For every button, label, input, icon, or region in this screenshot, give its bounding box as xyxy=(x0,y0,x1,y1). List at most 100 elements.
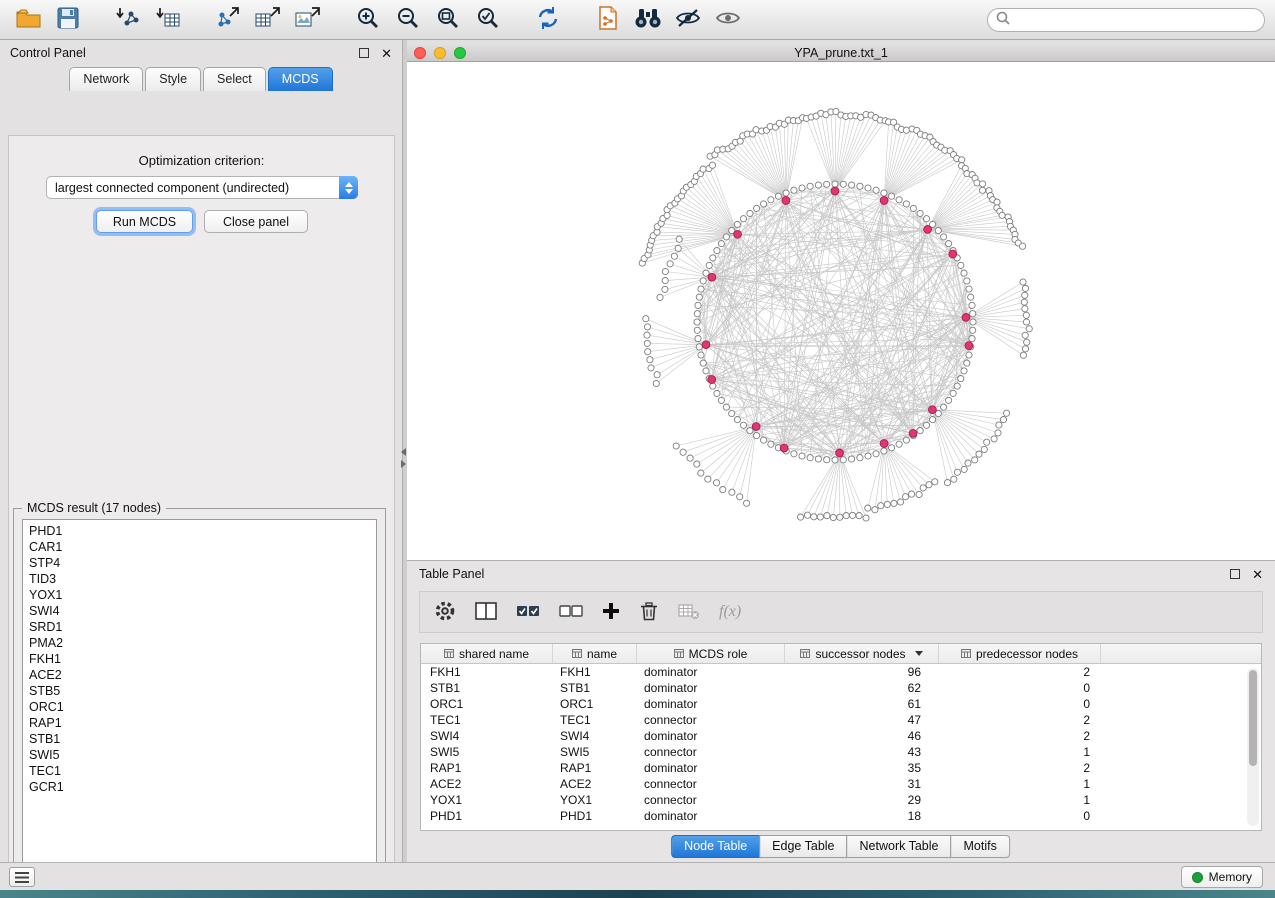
network-node[interactable] xyxy=(695,302,701,308)
network-node[interactable] xyxy=(734,221,740,227)
network-node[interactable] xyxy=(923,422,929,428)
network-node[interactable] xyxy=(930,417,936,423)
table-row[interactable]: RAP1RAP1dominator352 xyxy=(421,760,1261,776)
network-leaf-node[interactable] xyxy=(644,340,650,346)
network-leaf-node[interactable] xyxy=(644,324,650,330)
delete-column-trash-icon[interactable] xyxy=(639,601,659,624)
network-leaf-node[interactable] xyxy=(878,503,884,509)
network-node[interactable] xyxy=(857,455,863,461)
mcds-dominator-node[interactable] xyxy=(949,250,957,258)
tab-network[interactable]: Network xyxy=(69,67,143,91)
mcds-dominator-node[interactable] xyxy=(909,430,917,438)
network-leaf-node[interactable] xyxy=(903,494,909,500)
network-leaf-node[interactable] xyxy=(664,212,670,218)
tab-motifs[interactable]: Motifs xyxy=(950,835,1009,858)
network-leaf-node[interactable] xyxy=(698,470,704,476)
network-node[interactable] xyxy=(799,453,805,459)
network-node[interactable] xyxy=(968,294,974,300)
column-header-shared-name[interactable]: shared name xyxy=(421,644,553,663)
table-row[interactable]: YOX1YOX1connector291 xyxy=(421,792,1261,808)
mcds-dominator-node[interactable] xyxy=(831,187,839,195)
network-node[interactable] xyxy=(700,360,706,366)
table-row[interactable]: SWI5SWI5connector431 xyxy=(421,744,1261,760)
network-leaf-node[interactable] xyxy=(932,479,938,485)
network-node[interactable] xyxy=(740,216,746,222)
network-leaf-node[interactable] xyxy=(951,476,957,482)
mcds-result-item[interactable]: SWI5 xyxy=(23,747,376,763)
export-table-button[interactable] xyxy=(250,4,286,36)
network-leaf-node[interactable] xyxy=(643,316,649,322)
network-node[interactable] xyxy=(889,193,895,199)
network-leaf-node[interactable] xyxy=(705,476,711,482)
network-leaf-node[interactable] xyxy=(713,480,719,486)
close-panel-icon[interactable]: ✕ xyxy=(381,47,392,60)
tab-mcds[interactable]: MCDS xyxy=(268,67,333,91)
network-node[interactable] xyxy=(969,302,975,308)
network-node[interactable] xyxy=(954,383,960,389)
mcds-dominator-node[interactable] xyxy=(962,314,970,322)
network-node[interactable] xyxy=(694,319,700,325)
import-network-button[interactable] xyxy=(110,4,146,36)
show-hide-panel-button[interactable] xyxy=(710,4,746,36)
network-leaf-node[interactable] xyxy=(1022,332,1028,338)
network-leaf-node[interactable] xyxy=(744,500,750,506)
mcds-dominator-node[interactable] xyxy=(880,440,888,448)
deselect-all-icon[interactable] xyxy=(559,603,583,622)
mcds-dominator-node[interactable] xyxy=(924,226,932,234)
network-node[interactable] xyxy=(966,352,972,358)
network-node[interactable] xyxy=(740,422,746,428)
float-panel-icon[interactable] xyxy=(359,48,369,58)
close-panel-button[interactable]: Close panel xyxy=(204,210,308,233)
network-leaf-node[interactable] xyxy=(709,162,715,168)
network-node[interactable] xyxy=(832,181,838,187)
network-node[interactable] xyxy=(710,255,716,261)
network-leaf-node[interactable] xyxy=(687,455,693,461)
network-node[interactable] xyxy=(964,360,970,366)
network-node[interactable] xyxy=(917,428,923,434)
network-leaf-node[interactable] xyxy=(680,449,686,455)
network-leaf-node[interactable] xyxy=(994,199,1000,205)
network-leaf-node[interactable] xyxy=(1020,352,1026,358)
column-header-name[interactable]: name xyxy=(553,644,637,663)
network-node[interactable] xyxy=(696,294,702,300)
network-leaf-node[interactable] xyxy=(662,278,668,284)
select-all-icon[interactable] xyxy=(516,603,540,622)
search-box[interactable] xyxy=(987,8,1265,32)
column-header-predecessor-nodes[interactable]: predecessor nodes xyxy=(939,644,1101,663)
network-leaf-node[interactable] xyxy=(644,332,650,338)
zoom-out-button[interactable] xyxy=(390,4,426,36)
network-leaf-node[interactable] xyxy=(872,507,878,513)
network-node[interactable] xyxy=(824,181,830,187)
network-node[interactable] xyxy=(881,448,887,454)
table-row[interactable]: ORC1ORC1dominator610 xyxy=(421,696,1261,712)
mcds-result-item[interactable]: TID3 xyxy=(23,571,376,587)
network-node[interactable] xyxy=(966,286,972,292)
share-document-button[interactable] xyxy=(590,4,626,36)
network-leaf-node[interactable] xyxy=(837,514,843,520)
search-input[interactable] xyxy=(1015,13,1256,27)
network-leaf-node[interactable] xyxy=(645,349,651,355)
network-node[interactable] xyxy=(865,185,871,191)
network-node[interactable] xyxy=(768,197,774,203)
network-leaf-node[interactable] xyxy=(676,236,682,242)
network-leaf-node[interactable] xyxy=(920,485,926,491)
add-column-plus-icon[interactable] xyxy=(602,602,620,623)
network-leaf-node[interactable] xyxy=(737,494,743,500)
network-node[interactable] xyxy=(706,262,712,268)
network-leaf-node[interactable] xyxy=(662,268,668,274)
table-row[interactable]: SWI4SWI4dominator462 xyxy=(421,728,1261,744)
network-node[interactable] xyxy=(768,441,774,447)
network-leaf-node[interactable] xyxy=(850,512,856,518)
network-leaf-node[interactable] xyxy=(700,166,706,172)
network-node[interactable] xyxy=(961,368,967,374)
network-leaf-node[interactable] xyxy=(667,261,673,267)
network-leaf-node[interactable] xyxy=(671,253,677,259)
network-leaf-node[interactable] xyxy=(1024,339,1030,345)
network-leaf-node[interactable] xyxy=(995,430,1001,436)
network-node[interactable] xyxy=(694,327,700,333)
memory-button[interactable]: Memory xyxy=(1181,866,1263,888)
mcds-result-item[interactable]: CAR1 xyxy=(23,539,376,555)
mcds-result-item[interactable]: TEC1 xyxy=(23,763,376,779)
network-canvas[interactable] xyxy=(407,62,1275,560)
network-node[interactable] xyxy=(840,181,846,187)
